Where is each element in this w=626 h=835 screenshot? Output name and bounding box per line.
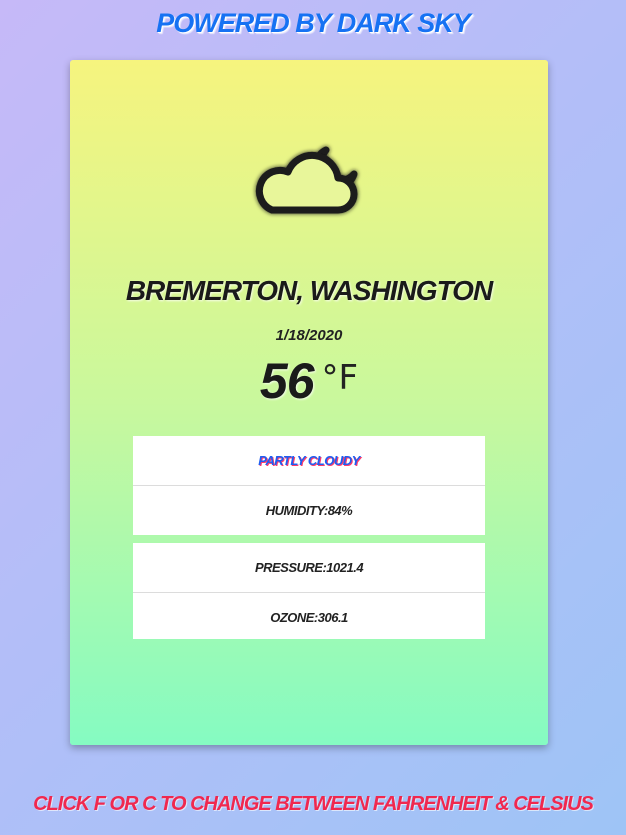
partly-cloudy-night-icon [250, 128, 370, 228]
temperature-display: 56 °F [70, 352, 548, 416]
powered-by-dark-sky-link[interactable]: POWERED BY DARK SKY [0, 8, 626, 39]
unit-toggle-hint: CLICK F OR C TO CHANGE BETWEEN FAHRENHEI… [33, 793, 594, 815]
temperature-unit-toggle[interactable]: °F [322, 358, 359, 398]
pressure-text: PRESSURE:1021.4 [254, 560, 364, 575]
conditions-panel: PARTLY CLOUDY HUMIDITY:84% [133, 436, 485, 535]
weather-card: BREMERTON, WASHINGTON 1/18/2020 56 °F PA… [70, 60, 548, 745]
temperature-value: 56 [259, 353, 315, 409]
ozone-text: OZONE:306.1 [133, 592, 485, 642]
summary-text: PARTLY CLOUDY [258, 453, 360, 468]
date-label: 1/18/2020 [275, 327, 343, 344]
atmosphere-panel: PRESSURE:1021.4 OZONE:306.1 [133, 543, 485, 639]
humidity-text: HUMIDITY:84% [133, 485, 485, 535]
location-title: BREMERTON, WASHINGTON [125, 275, 493, 306]
